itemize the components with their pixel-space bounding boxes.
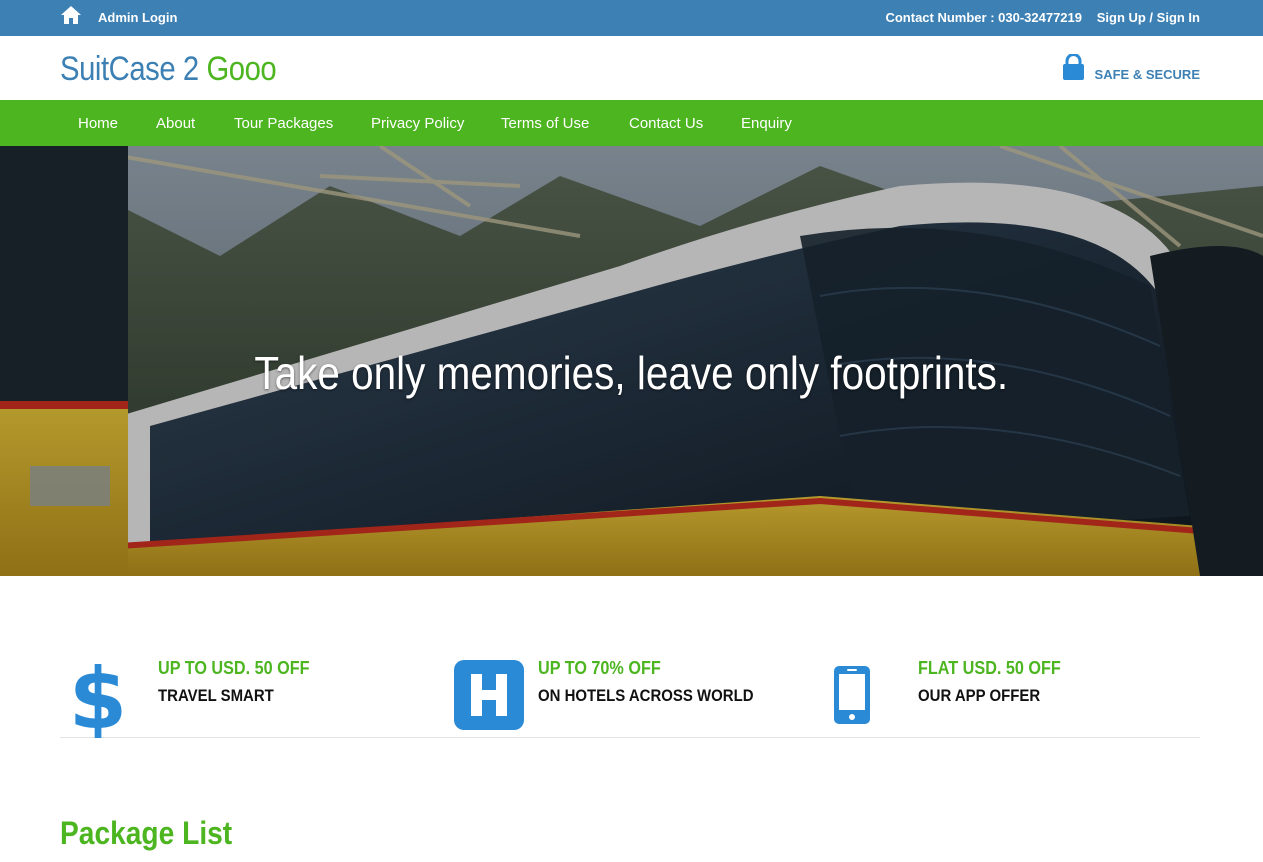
svg-text:$: $ bbox=[74, 654, 122, 738]
home-icon[interactable] bbox=[60, 5, 82, 25]
admin-login-link[interactable]: Admin Login bbox=[98, 10, 177, 25]
dollar-icon: $ bbox=[74, 654, 122, 738]
main-nav: Home About Tour Packages Privacy Policy … bbox=[0, 100, 1263, 146]
nav-privacy-policy[interactable]: Privacy Policy bbox=[371, 115, 464, 132]
hero-tagline: Take only memories, leave only footprint… bbox=[254, 347, 1009, 399]
site-header: SuitCase 2 Gooo SAFE & SECURE bbox=[0, 36, 1263, 100]
offer-title: UP TO USD. 50 OFF bbox=[158, 658, 310, 678]
lock-icon bbox=[1063, 54, 1084, 80]
offer-title: FLAT USD. 50 OFF bbox=[918, 658, 1061, 678]
logo-part-2: Gooo bbox=[206, 50, 277, 88]
mobile-icon bbox=[834, 666, 870, 724]
hotel-icon bbox=[454, 660, 524, 730]
safe-secure-label: SAFE & SECURE bbox=[1094, 67, 1200, 82]
hero-banner: Take only memories, leave only footprint… bbox=[0, 146, 1263, 576]
package-list-title: Package List bbox=[60, 815, 233, 851]
site-logo[interactable]: SuitCase 2 Gooo bbox=[60, 50, 277, 89]
offer-title: UP TO 70% OFF bbox=[538, 658, 661, 678]
logo-part-1: SuitCase 2 bbox=[60, 50, 199, 88]
contact-number: Contact Number : 030-32477219 bbox=[885, 10, 1082, 25]
offer-item: FLAT USD. 50 OFF OUR APP OFFER bbox=[820, 640, 1200, 738]
offer-subtitle: OUR APP OFFER bbox=[918, 686, 1041, 705]
nav-terms-of-use[interactable]: Terms of Use bbox=[501, 115, 589, 132]
offer-subtitle: ON HOTELS ACROSS WORLD bbox=[538, 686, 754, 705]
signup-signin-link[interactable]: Sign Up / Sign In bbox=[1097, 10, 1200, 25]
offer-item: $ UP TO USD. 50 OFF TRAVEL SMART bbox=[60, 640, 440, 738]
offer-item: UP TO 70% OFF ON HOTELS ACROSS WORLD bbox=[440, 640, 820, 738]
nav-contact-us[interactable]: Contact Us bbox=[629, 115, 703, 132]
offer-subtitle: TRAVEL SMART bbox=[158, 686, 274, 705]
nav-enquiry[interactable]: Enquiry bbox=[741, 115, 792, 132]
nav-about[interactable]: About bbox=[156, 115, 195, 132]
nav-tour-packages[interactable]: Tour Packages bbox=[234, 115, 333, 132]
top-bar: Admin Login Contact Number : 030-3247721… bbox=[0, 0, 1263, 36]
offers-strip: $ UP TO USD. 50 OFF TRAVEL SMART UP TO 7… bbox=[60, 640, 1200, 738]
nav-home[interactable]: Home bbox=[78, 115, 118, 132]
